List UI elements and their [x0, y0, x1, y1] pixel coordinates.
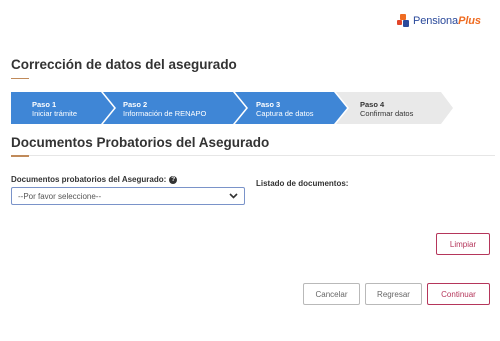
step-1: Paso 1 Iniciar trámite — [32, 100, 77, 118]
documents-select[interactable]: --Por favor seleccione-- — [11, 187, 245, 205]
clear-button[interactable]: Limpiar — [436, 233, 490, 255]
continue-button[interactable]: Continuar — [427, 283, 490, 305]
step-4-label: Confirmar datos — [360, 109, 414, 118]
question-circle-icon[interactable]: ? — [169, 175, 178, 184]
step-1-number: Paso 1 — [32, 100, 57, 109]
chevron-down-icon — [229, 192, 238, 201]
brand-name-part1: Pensiona — [413, 15, 459, 27]
section-accent-line — [11, 155, 29, 157]
step-4-number: Paso 4 — [360, 100, 385, 109]
step-2: Paso 2 Información de RENAPO — [123, 100, 206, 118]
step-3-label: Captura de datos — [256, 109, 314, 118]
documents-list-label: Listado de documentos: — [256, 179, 349, 188]
brand-logo: PensionaPlus — [397, 13, 481, 29]
step-4: Paso 4 Confirmar datos — [360, 100, 413, 118]
section-divider — [11, 155, 495, 156]
brand-name: PensionaPlus — [413, 15, 481, 27]
step-3: Paso 3 Captura de datos — [256, 100, 314, 118]
step-3-number: Paso 3 — [256, 100, 281, 109]
step-1-label: Iniciar trámite — [32, 109, 78, 118]
back-button[interactable]: Regresar — [365, 283, 422, 305]
step-2-number: Paso 2 — [123, 100, 148, 109]
title-underline — [11, 78, 29, 79]
page-title: Corrección de datos del asegurado — [11, 57, 237, 72]
pensionaplus-logo-icon — [397, 14, 410, 28]
documents-select-label-text: Documentos probatorios del Asegurado: — [11, 175, 167, 184]
cancel-button[interactable]: Cancelar — [303, 283, 360, 305]
step-2-label: Información de RENAPO — [123, 109, 207, 118]
section-title: Documentos Probatorios del Asegurado — [11, 135, 270, 150]
documents-select-label: Documentos probatorios del Asegurado: ? — [11, 175, 178, 184]
documents-select-value: --Por favor seleccione-- — [18, 191, 102, 201]
progress-stepper: Paso 1 Iniciar trámite Paso 2 Informació… — [11, 92, 453, 124]
brand-name-part2: Plus — [458, 15, 481, 27]
